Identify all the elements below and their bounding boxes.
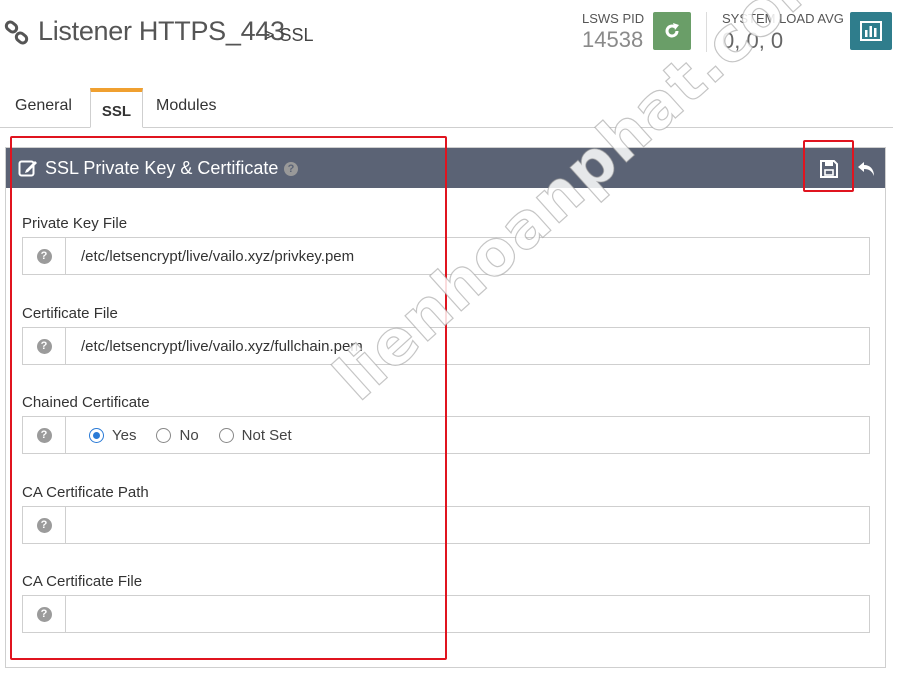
tab-bar: General SSL Modules bbox=[0, 88, 893, 128]
undo-arrow-icon[interactable] bbox=[856, 158, 878, 180]
bar-chart-icon bbox=[860, 21, 882, 41]
page-title: Listener HTTPS_443 bbox=[38, 16, 285, 46]
pid-value: 14538 bbox=[582, 27, 644, 52]
link-icon bbox=[4, 20, 29, 45]
tab-general[interactable]: General bbox=[15, 88, 72, 128]
tab-ssl[interactable]: SSL bbox=[90, 88, 143, 128]
tab-modules[interactable]: Modules bbox=[156, 88, 216, 128]
highlight-box-save bbox=[803, 140, 854, 192]
pid-label: LSWS PID bbox=[582, 11, 645, 26]
load-chart-button[interactable] bbox=[850, 12, 892, 50]
breadcrumb: > SSL bbox=[264, 25, 314, 45]
